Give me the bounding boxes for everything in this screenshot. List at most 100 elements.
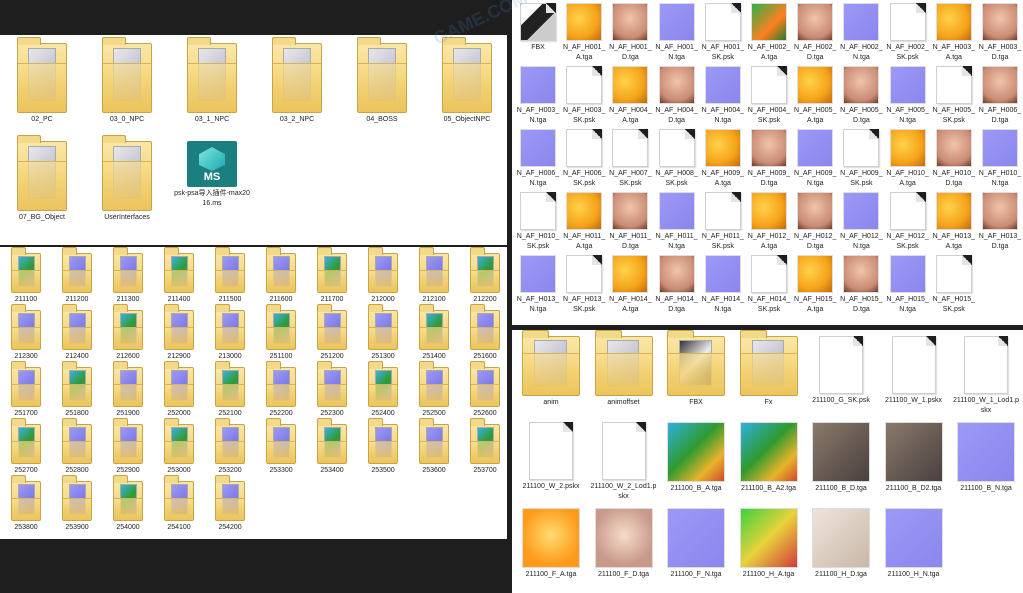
folder-item[interactable]: 252400 (361, 361, 405, 419)
texture-file-item[interactable]: N_AF_H012_A.tga (747, 192, 791, 252)
folder-item[interactable]: 212900 (157, 304, 201, 362)
folder-item[interactable]: 252900 (106, 418, 150, 476)
texture-file-item[interactable]: N_AF_H009_N.tga (793, 129, 837, 189)
folder-item[interactable]: 03_1_NPC (174, 37, 250, 125)
texture-file-item[interactable]: N_AF_H010_N.tga (978, 129, 1022, 189)
file-item[interactable]: N_AF_H006_SK.psk (562, 129, 606, 189)
texture-file-item[interactable]: N_AF_H010_A.tga (886, 129, 930, 189)
file-item[interactable]: N_AF_H003_SK.psk (562, 66, 606, 126)
texture-file-item[interactable]: 211100_H_A.tga (736, 508, 802, 580)
folder-item[interactable]: 252700 (4, 418, 48, 476)
folder-item[interactable]: 254200 (208, 475, 252, 533)
texture-file-item[interactable]: 211100_B_D2.tga (881, 422, 947, 494)
folder-item[interactable]: 252800 (55, 418, 99, 476)
texture-file-item[interactable]: 211100_F_D.tga (591, 508, 657, 580)
file-item[interactable]: N_AF_H008_SK.psk (655, 129, 699, 189)
file-item[interactable]: 211100_W_2_Lod1.pskx (591, 422, 657, 502)
folder-item[interactable]: 252300 (310, 361, 354, 419)
texture-file-item[interactable]: N_AF_H003_D.tga (978, 3, 1022, 63)
file-item[interactable]: N_AF_H014_SK.psk (747, 255, 791, 315)
file-item[interactable]: N_AF_H002_SK.psk (886, 3, 930, 63)
folder-item[interactable]: 251800 (55, 361, 99, 419)
texture-file-item[interactable]: N_AF_H014_N.tga (701, 255, 745, 315)
texture-file-item[interactable]: 211100_H_D.tga (808, 508, 874, 580)
folder-item[interactable]: 211300 (106, 247, 150, 305)
script-file-item[interactable]: MS psk-psa导入插件-max2016.ms (174, 141, 250, 209)
file-item[interactable]: 211100_W_1.pskx (881, 336, 947, 406)
folder-item[interactable]: 03_2_NPC (259, 37, 335, 125)
texture-file-item[interactable]: N_AF_H011_D.tga (608, 192, 652, 252)
texture-file-item[interactable]: N_AF_H015_N.tga (886, 255, 930, 315)
texture-file-item[interactable]: N_AF_H002_N.tga (839, 3, 883, 63)
texture-file-item[interactable]: 211100_H_N.tga (881, 508, 947, 580)
file-item[interactable]: N_AF_H010_SK.psk (516, 192, 560, 252)
file-item[interactable]: N_AF_H015_SK.psk (932, 255, 976, 315)
folder-item[interactable]: 253500 (361, 418, 405, 476)
folder-item[interactable]: 253400 (310, 418, 354, 476)
texture-file-item[interactable]: N_AF_H001_N.tga (655, 3, 699, 63)
folder-item[interactable]: 211500 (208, 247, 252, 305)
texture-file-item[interactable]: N_AF_H005_D.tga (839, 66, 883, 126)
texture-file-item[interactable]: N_AF_H011_N.tga (655, 192, 699, 252)
folder-item[interactable]: 05_ObjectNPC (429, 37, 505, 125)
texture-file-item[interactable]: N_AF_H015_A.tga (793, 255, 837, 315)
folder-item[interactable]: 252200 (259, 361, 303, 419)
folder-item[interactable]: 212400 (55, 304, 99, 362)
folder-item[interactable]: 02_PC (4, 37, 80, 125)
texture-file-item[interactable]: N_AF_H006_N.tga (516, 129, 560, 189)
folder-item[interactable]: 251300 (361, 304, 405, 362)
file-item[interactable]: N_AF_H007_SK.psk (608, 129, 652, 189)
texture-file-item[interactable]: N_AF_H003_N.tga (516, 66, 560, 126)
folder-item[interactable]: 213000 (208, 304, 252, 362)
folder-item[interactable]: 251600 (463, 304, 507, 362)
file-item[interactable]: N_AF_H012_SK.psk (886, 192, 930, 252)
folder-item[interactable]: FBX (663, 330, 729, 408)
folder-item[interactable]: 211200 (55, 247, 99, 305)
file-item[interactable]: 211100_W_2.pskx (518, 422, 584, 492)
folder-item[interactable]: animoffset (591, 330, 657, 408)
texture-file-item[interactable]: N_AF_H006_D.tga (978, 66, 1022, 126)
texture-file-item[interactable]: N_AF_H005_N.tga (886, 66, 930, 126)
folder-item[interactable]: 252100 (208, 361, 252, 419)
texture-file-item[interactable]: N_AF_H002_D.tga (793, 3, 837, 63)
folder-item[interactable]: 04_BOSS (344, 37, 420, 125)
folder-item[interactable]: 252600 (463, 361, 507, 419)
file-item[interactable]: N_AF_H009_SK.psk (839, 129, 883, 189)
folder-item[interactable]: 212100 (412, 247, 456, 305)
texture-file-item[interactable]: N_AF_H011_A.tga (562, 192, 606, 252)
texture-file-item[interactable]: N_AF_H012_N.tga (839, 192, 883, 252)
folder-item[interactable]: 254000 (106, 475, 150, 533)
texture-file-item[interactable]: N_AF_H014_D.tga (655, 255, 699, 315)
folder-item[interactable]: 253900 (55, 475, 99, 533)
texture-file-item[interactable]: N_AF_H001_D.tga (608, 3, 652, 63)
folder-item[interactable]: 252500 (412, 361, 456, 419)
texture-file-item[interactable]: 211100_B_D.tga (808, 422, 874, 494)
texture-file-item[interactable]: 211100_B_A2.tga (736, 422, 802, 494)
folder-item[interactable]: 253800 (4, 475, 48, 533)
texture-file-item[interactable]: N_AF_H004_D.tga (655, 66, 699, 126)
folder-item[interactable]: 252000 (157, 361, 201, 419)
folder-item[interactable]: anim (518, 330, 584, 408)
folder-item[interactable]: 251700 (4, 361, 48, 419)
texture-file-item[interactable]: N_AF_H001_A.tga (562, 3, 606, 63)
folder-item[interactable]: 253300 (259, 418, 303, 476)
texture-file-item[interactable]: N_AF_H010_D.tga (932, 129, 976, 189)
texture-file-item[interactable]: N_AF_H004_A.tga (608, 66, 652, 126)
texture-file-item[interactable]: 211100_B_N.tga (953, 422, 1019, 494)
folder-item[interactable]: UserInterfaces (89, 135, 165, 223)
folder-item[interactable]: 212200 (463, 247, 507, 305)
folder-item[interactable]: 253700 (463, 418, 507, 476)
folder-item[interactable]: 251400 (412, 304, 456, 362)
texture-file-item[interactable]: N_AF_H003_A.tga (932, 3, 976, 63)
file-item[interactable]: N_AF_H005_SK.psk (932, 66, 976, 126)
folder-item[interactable]: 212000 (361, 247, 405, 305)
texture-file-item[interactable]: N_AF_H004_N.tga (701, 66, 745, 126)
folder-item[interactable]: 251200 (310, 304, 354, 362)
texture-file-item[interactable]: 211100_B_A.tga (663, 422, 729, 494)
folder-item[interactable]: 254100 (157, 475, 201, 533)
folder-item[interactable]: 211400 (157, 247, 201, 305)
file-item[interactable]: 211100_W_1_Lod1.pskx (953, 336, 1019, 416)
file-item[interactable]: FBX (516, 3, 560, 53)
folder-item[interactable]: 211100 (4, 247, 48, 305)
texture-file-item[interactable]: N_AF_H013_D.tga (978, 192, 1022, 252)
